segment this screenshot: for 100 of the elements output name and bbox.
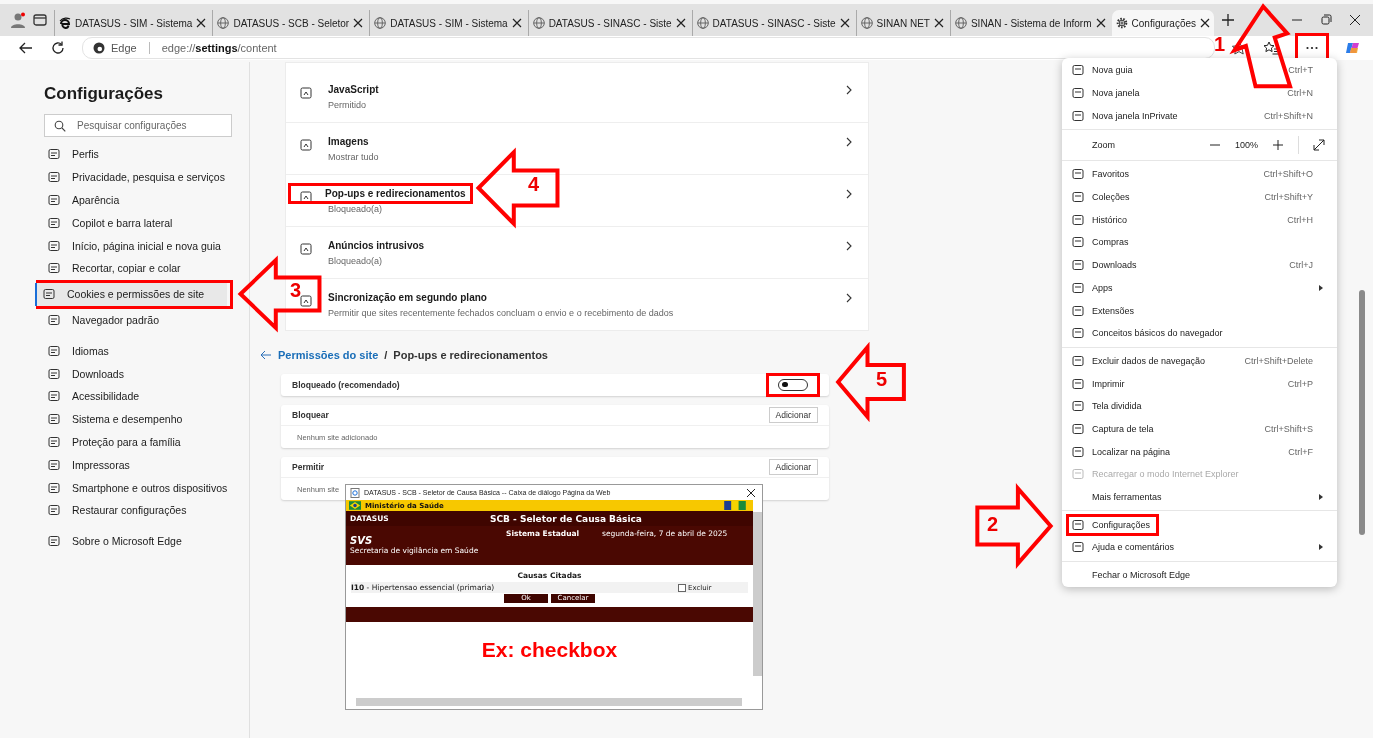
sidebar-item[interactable]: Restaurar configurações [40,498,232,522]
sidebar-item[interactable]: Copilot e barra lateral [40,211,232,235]
menu-item[interactable]: Compras [1062,231,1337,254]
tab-title: DATASUS - SIM - Sistema [75,17,193,29]
add-button[interactable]: Adicionar [768,407,818,423]
menu-item[interactable]: Fechar o Microsoft Edge [1062,563,1337,587]
sidebar-item[interactable]: Privacidade, pesquisa e serviços [40,165,232,189]
menu-item[interactable]: Apps [1062,276,1337,300]
menu-label: Ajuda e comentários [1092,542,1175,553]
step-number: 2 [987,514,999,534]
menu-item[interactable]: Downloads Ctrl+J [1062,253,1337,277]
menu-item[interactable]: Nova janela Ctrl+N [1062,81,1337,105]
menu-item[interactable]: Extensões [1062,299,1337,322]
sidebar-item[interactable]: Proteção para a família [40,430,232,454]
setting-label: Permitir [292,462,325,472]
menu-item[interactable]: Tela dividida [1062,394,1337,418]
row-title: Pop-ups e redirecionamentos [325,188,466,199]
menu-item[interactable]: Imprimir Ctrl+P [1062,372,1337,395]
menu-label: Mais ferramentas [1092,492,1162,503]
menu-item[interactable]: Histórico Ctrl+H [1062,208,1337,232]
menu-label: Extensões [1092,305,1135,316]
row-title: Sincronização em segundo plano [328,292,488,303]
step-number: 1 [1214,34,1226,54]
site-label: Edge [111,42,137,54]
sidebar-item[interactable]: Idiomas [40,339,232,363]
shortcut-text: Ctrl+T [1288,65,1313,76]
shortcut-text: Ctrl+Shift+O [1263,169,1313,180]
tab-title: DATASUS - SINASC - Siste [548,17,672,29]
shortcut-text: Ctrl+Shift+N [1263,110,1313,121]
tab-title: Configurações [1131,17,1196,29]
menu-item[interactable]: Conceitos básicos do navegador [1062,321,1337,345]
address-field[interactable]: Edge edge://settings/content [82,37,1215,59]
sidebar-item[interactable]: Smartphone e outros dispositivos [40,476,232,499]
sidebar-item[interactable]: Impressoras [40,453,232,477]
menu-label: Favoritos [1092,169,1129,180]
menu-item[interactable]: Captura de tela Ctrl+Shift+S [1062,417,1337,441]
browser-tab[interactable]: Configurações [1111,10,1214,36]
menu-item[interactable]: Ajuda e comentários [1062,536,1337,559]
sidebar-item[interactable]: Acessibilidade [40,384,232,408]
menu-label: Compras [1092,237,1129,248]
sidebar-item[interactable]: Cookies e permissões de site [35,282,227,306]
zoom-value: 100% [1234,140,1258,151]
settings-title: Configurações [44,84,165,104]
menu-item[interactable]: Nova guia Ctrl+T [1062,59,1337,82]
row-subtitle: Permitido [328,100,367,110]
menu-label: Captura de tela [1092,423,1154,434]
row-title: Anúncios intrusivos [328,240,426,251]
tab-title: DATASUS - SINASC - Siste [712,17,836,29]
sidebar-item[interactable]: Recortar, copiar e colar [40,257,232,280]
menu-label: Tela dividida [1092,401,1142,412]
zoom-label: Zoom [1092,140,1116,151]
sidebar-item[interactable]: Sistema e desempenho [40,407,232,431]
setting-label: Bloquear [292,410,329,420]
breadcrumb-link[interactable]: Permissões do site [278,349,379,361]
row-subtitle: Permitir que sites recentemente fechados concluam o envio e o recebimento de dados [328,308,675,318]
settings-row[interactable]: Anúncios intrusivos Bloqueado(a) [286,226,868,278]
annotation-note: Ex: checkbox [481,638,618,662]
search-field[interactable]: Pesquisar configurações [44,114,232,137]
menu-item[interactable]: Configurações [1062,513,1337,537]
tab-title: SINAN NET [876,17,930,29]
menu-item[interactable]: Nova janela InPrivate Ctrl+Shift+N [1062,104,1337,128]
sidebar-item[interactable]: Sobre o Microsoft Edge [40,529,232,553]
menu-label: Histórico [1092,214,1127,225]
shortcut-text: Ctrl+Shift+S [1264,423,1313,434]
menu-item[interactable]: Mais ferramentas [1062,485,1337,509]
url-text: edge://settings/content [161,42,277,54]
settings-row[interactable]: Imagens Mostrar tudo [286,122,868,174]
menu-label: Localizar na página [1092,446,1171,457]
step-number: 3 [290,280,302,300]
shortcut-text: Ctrl+Shift+Delete [1244,355,1313,366]
menu-label: Downloads [1092,260,1137,271]
settings-row[interactable]: JavaScript Permitido [286,71,868,122]
sidebar-item[interactable]: Downloads [40,362,232,385]
menu-item[interactable]: Favoritos Ctrl+Shift+O [1062,163,1337,186]
tab-title: SINAN - Sistema de Inform [970,17,1092,29]
row-title: JavaScript [328,84,380,95]
shortcut-text: Ctrl+J [1289,260,1313,271]
step-number: 4 [528,174,540,194]
menu-label: Nova janela InPrivate [1092,110,1178,121]
sidebar-item[interactable]: Aparência [40,188,232,212]
sidebar-item[interactable]: Perfis [40,143,232,166]
sidebar-item[interactable]: Início, página inicial e nova guia [40,234,232,257]
sidebar-item[interactable]: Navegador padrão [40,308,232,332]
setting-label: Bloqueado (recomendado) [292,380,400,390]
menu-label: Nova janela [1092,88,1140,99]
row-subtitle: Mostrar tudo [328,152,380,162]
menu-item[interactable]: Localizar na página Ctrl+F [1062,440,1337,463]
menu-item[interactable]: Excluir dados de navegação Ctrl+Shift+Delete [1062,349,1337,373]
shortcut-text: Ctrl+F [1288,446,1313,457]
menu-label: Fechar o Microsoft Edge [1092,570,1191,581]
shortcut-text: Ctrl+P [1287,378,1313,389]
menu-label: Coleções [1092,192,1130,203]
menu-label: Nova guia [1092,65,1133,76]
menu-item[interactable]: Coleções Ctrl+Shift+Y [1062,185,1337,209]
breadcrumb-current: Pop-ups e redirecionamentos [393,349,548,361]
add-button[interactable]: Adicionar [768,459,818,475]
menu-label: Excluir dados de navegação [1092,355,1206,366]
breadcrumb-separator: / [384,349,388,361]
row-subtitle: Bloqueado(a) [328,256,384,266]
shortcut-text: Ctrl+H [1287,214,1313,225]
